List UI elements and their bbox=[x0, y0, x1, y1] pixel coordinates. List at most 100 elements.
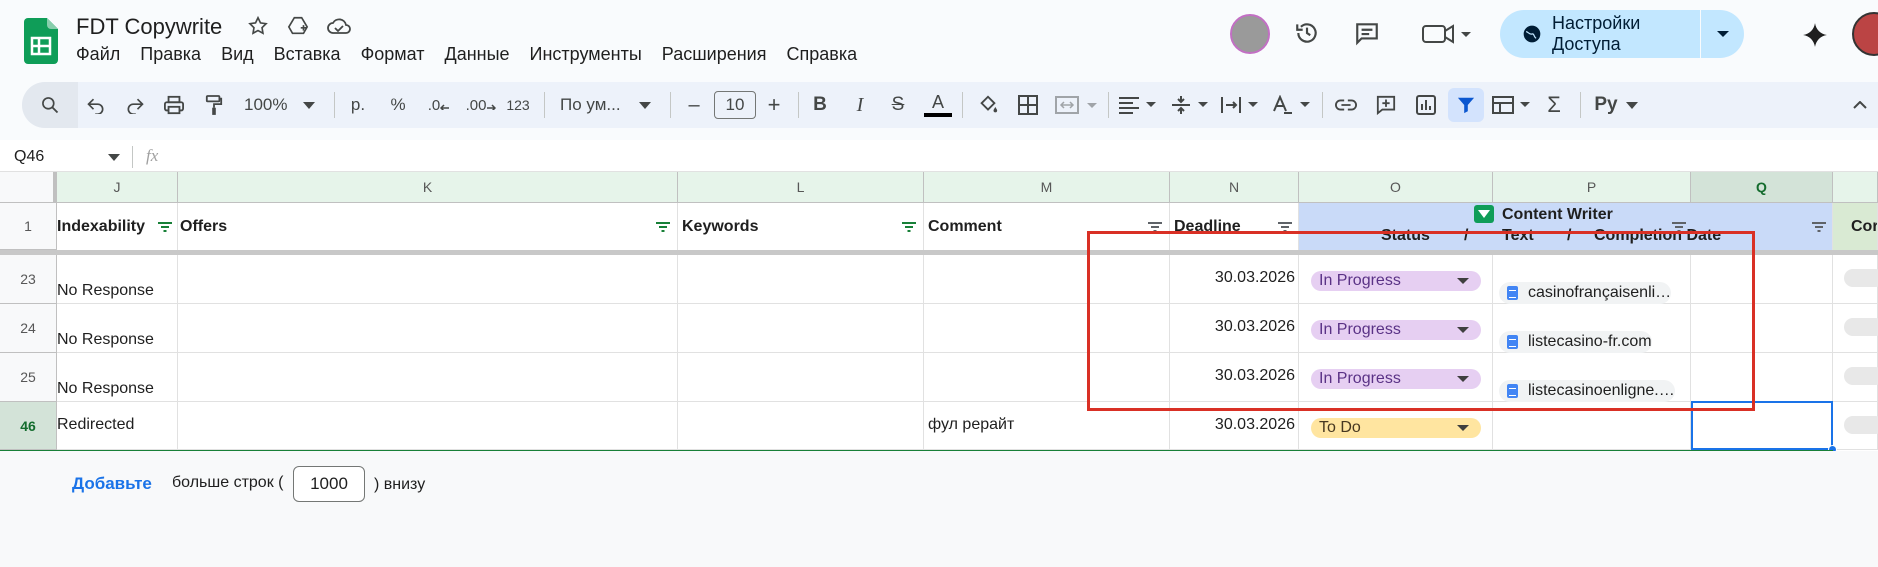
grid-cell[interactable] bbox=[178, 353, 678, 402]
rows-count-input[interactable]: 1000 bbox=[293, 466, 365, 502]
move-to-drive-icon[interactable] bbox=[286, 14, 310, 38]
column-header-q[interactable]: Q bbox=[1691, 172, 1833, 203]
input-tools-button[interactable]: Pу bbox=[1590, 82, 1642, 128]
grid-cell[interactable] bbox=[678, 255, 924, 304]
share-button[interactable]: Настройки Доступа bbox=[1500, 10, 1744, 58]
filter-offers-icon[interactable] bbox=[656, 222, 670, 232]
next-col-chip[interactable] bbox=[1844, 416, 1878, 434]
row-header[interactable]: 25 bbox=[0, 353, 57, 402]
text-wrapping-icon[interactable] bbox=[1218, 82, 1262, 128]
next-col-chip[interactable] bbox=[1844, 367, 1878, 385]
input-tools-chevron-down-icon bbox=[1625, 101, 1638, 109]
more-formats-button[interactable]: 123 bbox=[504, 82, 532, 128]
menu-format[interactable]: Формат bbox=[361, 44, 425, 65]
menu-view[interactable]: Вид bbox=[221, 44, 254, 65]
cloud-saved-icon[interactable] bbox=[326, 14, 352, 38]
decrease-decimal-label: .0 bbox=[427, 96, 441, 114]
menu-file[interactable]: Файл bbox=[76, 44, 120, 65]
row-header-1[interactable]: 1 bbox=[0, 203, 57, 250]
paint-format-icon[interactable] bbox=[200, 82, 228, 128]
menu-insert[interactable]: Вставка bbox=[274, 44, 341, 65]
insert-link-icon[interactable] bbox=[1332, 82, 1360, 128]
percent-format-button[interactable]: % bbox=[384, 82, 412, 128]
menu-help[interactable]: Справка bbox=[786, 44, 857, 65]
formula-input[interactable] bbox=[180, 142, 1870, 170]
name-box[interactable]: Q46 bbox=[14, 146, 120, 168]
version-history-icon[interactable] bbox=[1292, 18, 1322, 48]
collaborator-avatar[interactable] bbox=[1230, 14, 1270, 54]
menu-tools[interactable]: Инструменты bbox=[530, 44, 642, 65]
merge-cells-icon[interactable] bbox=[1054, 82, 1100, 128]
decrease-font-size-button[interactable]: – bbox=[680, 82, 708, 128]
add-rows-button[interactable]: Добавьте bbox=[72, 474, 152, 494]
share-dropdown-chevron-icon[interactable] bbox=[1701, 30, 1744, 38]
column-header-p[interactable]: P bbox=[1493, 172, 1691, 203]
filter-indexability-icon[interactable] bbox=[158, 222, 172, 232]
grid-cell[interactable] bbox=[178, 402, 678, 450]
font-size-value: 10 bbox=[714, 91, 756, 119]
row-header[interactable]: 24 bbox=[0, 304, 57, 353]
sheet-footer-area bbox=[0, 451, 1878, 567]
account-avatar[interactable] bbox=[1852, 12, 1878, 56]
sheets-logo-icon[interactable] bbox=[24, 18, 58, 64]
redo-icon[interactable] bbox=[121, 82, 149, 128]
header-indexability-label: Indexability bbox=[57, 217, 146, 235]
column-header-n[interactable]: N bbox=[1170, 172, 1299, 203]
text-rotation-icon[interactable] bbox=[1270, 82, 1314, 128]
strike-label: S bbox=[891, 94, 905, 115]
filter-icon[interactable] bbox=[1448, 88, 1484, 122]
next-col-chip[interactable] bbox=[1844, 269, 1878, 287]
search-menus-icon[interactable] bbox=[22, 82, 78, 128]
gemini-sparkle-icon[interactable] bbox=[1800, 20, 1830, 50]
grid-cell[interactable] bbox=[178, 255, 678, 304]
column-header-l[interactable]: L bbox=[678, 172, 924, 203]
italic-button[interactable]: I bbox=[846, 82, 874, 128]
currency-format-button[interactable]: р. bbox=[344, 82, 372, 128]
next-col-chip[interactable] bbox=[1844, 318, 1878, 336]
vertical-align-icon[interactable] bbox=[1168, 82, 1212, 128]
grid-cell[interactable] bbox=[178, 304, 678, 353]
horizontal-align-icon[interactable] bbox=[1116, 82, 1160, 128]
strikethrough-button[interactable]: S bbox=[884, 82, 912, 128]
meet-video-icon[interactable] bbox=[1420, 18, 1472, 48]
font-size-input[interactable]: 10 bbox=[714, 82, 756, 128]
column-header-o[interactable]: O bbox=[1299, 172, 1493, 203]
document-title[interactable]: FDT Copywrite bbox=[76, 14, 222, 40]
status-dropdown-chip[interactable]: To Do bbox=[1311, 418, 1481, 438]
row-header[interactable]: 23 bbox=[0, 255, 57, 304]
menu-extensions[interactable]: Расширения bbox=[662, 44, 767, 65]
zoom-select[interactable]: 100% bbox=[240, 82, 324, 128]
increase-decimal-button[interactable]: .00 bbox=[462, 82, 500, 128]
print-icon[interactable] bbox=[160, 82, 188, 128]
grid-cell[interactable] bbox=[678, 402, 924, 450]
star-icon[interactable] bbox=[246, 14, 270, 38]
menu-data[interactable]: Данные bbox=[445, 44, 510, 65]
indexability-value: No Response bbox=[57, 380, 154, 397]
collapse-toolbar-chevron-up-icon[interactable] bbox=[1846, 82, 1874, 128]
grid-cell[interactable] bbox=[678, 304, 924, 353]
filter-keywords-icon[interactable] bbox=[902, 222, 916, 232]
decrease-decimal-button[interactable]: .0 bbox=[422, 82, 456, 128]
insert-chart-icon[interactable] bbox=[1412, 82, 1440, 128]
fill-color-icon[interactable] bbox=[974, 82, 1002, 128]
font-family-select[interactable]: По ум... bbox=[556, 82, 660, 128]
select-all-corner[interactable] bbox=[0, 172, 57, 203]
undo-icon[interactable] bbox=[82, 82, 110, 128]
insert-comment-icon[interactable] bbox=[1372, 82, 1400, 128]
borders-icon[interactable] bbox=[1014, 82, 1042, 128]
column-header-m[interactable]: M bbox=[924, 172, 1170, 203]
grid-cell[interactable] bbox=[678, 353, 924, 402]
column-header-k[interactable]: K bbox=[178, 172, 678, 203]
filter-q-icon[interactable] bbox=[1812, 222, 1826, 232]
column-header-next[interactable] bbox=[1833, 172, 1878, 203]
row-header[interactable]: 46 bbox=[0, 402, 57, 450]
filter-views-icon[interactable] bbox=[1490, 82, 1534, 128]
comments-icon[interactable] bbox=[1352, 18, 1382, 48]
functions-icon[interactable]: Σ bbox=[1540, 82, 1568, 128]
column-header-j[interactable]: J bbox=[57, 172, 178, 203]
increase-font-size-button[interactable]: + bbox=[760, 82, 788, 128]
text-color-button[interactable]: A bbox=[922, 82, 954, 128]
bold-button[interactable]: B bbox=[806, 82, 834, 128]
menu-edit[interactable]: Правка bbox=[140, 44, 201, 65]
plus-label: + bbox=[767, 92, 781, 117]
